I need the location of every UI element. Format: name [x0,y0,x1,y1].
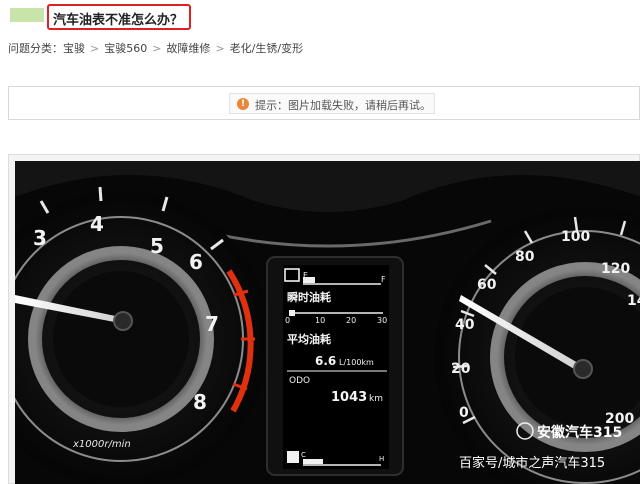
breadcrumb-item-fault[interactable]: 故障维修 [166,40,210,56]
tach-number: 8 [193,390,207,414]
warning-icon: ! [237,98,249,110]
fuel-empty-label: E [303,271,308,280]
scale-label: 20 [346,316,356,325]
tach-number: 3 [33,226,47,250]
average-consumption-unit: L/100km [339,358,374,367]
tach-unit-label: x1000r/min [72,439,131,450]
scale-label: 30 [377,316,387,325]
image-load-error-panel: ! 提示：图片加载失败，请稍后再试。 [8,86,640,120]
speed-number: 100 [561,229,590,245]
tach-number: 4 [90,212,104,236]
average-consumption-value: 6.6 [315,354,336,368]
speed-number: 20 [451,361,471,377]
breadcrumb-item-category[interactable]: 问题分类：宝骏 [8,40,85,56]
breadcrumb-separator: > [152,42,162,55]
temp-cold-label: C [301,451,306,459]
temperature-level-bar [303,459,323,464]
speed-number: 60 [477,277,497,293]
speed-number: 0 [459,405,469,421]
image-load-error-notice: ! 提示：图片加载失败，请稍后再试。 [229,93,435,114]
odometer-value: 1043 [331,390,367,405]
scale-label: 10 [315,316,325,325]
question-header: 汽车油表不准怎么办？ [0,0,640,34]
category-tag [10,8,44,22]
dashboard-photo-frame: 3 4 5 6 7 8 x1000r/min E F 瞬时油耗 0 10 20 … [8,154,640,484]
scale-label: 0 [285,316,290,325]
fuel-full-label: F [381,275,386,284]
breadcrumb-separator: > [215,42,225,55]
watermark-channel-name: 安徽汽车315 [537,424,622,441]
instant-consumption-label: 瞬时油耗 [287,290,331,304]
speed-number: 140 [627,293,640,309]
speed-number: 80 [515,249,535,265]
odometer-unit: km [369,394,383,404]
speed-number: 40 [455,317,475,333]
breadcrumb-item-aging[interactable]: 老化/生锈/变形 [230,40,303,56]
image-load-error-text: 提示：图片加载失败，请稍后再试。 [255,99,431,112]
tach-number: 7 [205,312,219,336]
breadcrumb-separator: > [90,42,100,55]
tach-number: 6 [189,250,203,274]
temp-hot-label: H [379,455,384,463]
odometer-label: ODO [289,376,310,386]
speed-number: 120 [601,261,630,277]
question-title[interactable]: 汽车油表不准怎么办？ [47,4,192,30]
instrument-cluster-image: 3 4 5 6 7 8 x1000r/min E F 瞬时油耗 0 10 20 … [15,161,640,484]
center-info-display: E F 瞬时油耗 0 10 20 30 平均油耗 6.6 L/100km ODO… [266,256,404,476]
dashboard-photo[interactable]: 3 4 5 6 7 8 x1000r/min E F 瞬时油耗 0 10 20 … [15,161,640,484]
breadcrumb: 问题分类：宝骏 > 宝骏560 > 故障维修 > 老化/生锈/变形 [8,40,303,56]
average-consumption-label: 平均油耗 [287,332,331,346]
breadcrumb-item-model[interactable]: 宝骏560 [104,40,147,56]
coolant-temperature-icon [287,451,299,463]
tach-number: 5 [150,234,164,258]
watermark-source: 百家号/城市之声汽车315 [459,455,605,471]
